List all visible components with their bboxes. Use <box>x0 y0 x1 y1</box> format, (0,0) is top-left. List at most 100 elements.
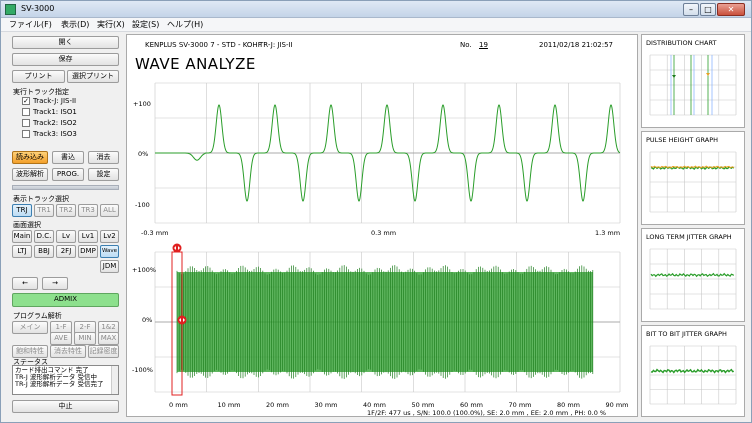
settings-button[interactable]: 設定 <box>88 168 119 181</box>
distribution-chart <box>649 54 737 116</box>
distribution-marker-2 <box>706 73 710 76</box>
read-button[interactable]: 読み込み <box>12 151 48 164</box>
prev-button[interactable]: ← <box>12 277 38 290</box>
display-track-label: 表示トラック選択 <box>13 195 69 203</box>
bit-to-bit-jitter-line <box>650 368 734 374</box>
print-button[interactable]: プリント <box>12 70 65 83</box>
admix-button[interactable]: ADMIX <box>12 293 119 307</box>
upper-y-tick-mid: 0% <box>138 150 148 158</box>
close-button[interactable]: ✕ <box>717 3 745 16</box>
lower-x-tick-label: 10 mm <box>218 401 241 409</box>
window-title: SV-3000 <box>21 4 55 13</box>
track2-label: Track2: ISO2 <box>33 119 77 127</box>
erase-button[interactable]: 消去 <box>88 151 119 164</box>
prog-density-button[interactable]: 記録密度 <box>88 345 119 358</box>
prog-max-button[interactable]: MAX <box>98 332 119 345</box>
no-label: No. <box>460 41 472 49</box>
display-track-all[interactable]: ALL <box>100 204 119 217</box>
lower-y-tick-bottom: -100% <box>132 366 153 374</box>
upper-y-tick-top: +100 <box>133 100 151 108</box>
lower-x-tick-label: 30 mm <box>315 401 338 409</box>
distribution-chart-title: DISTRIBUTION CHART <box>646 39 717 47</box>
stop-button[interactable]: 中止 <box>12 400 119 413</box>
lower-x-tick-label: 40 mm <box>363 401 386 409</box>
screen-2fj-button[interactable]: 2FJ <box>56 245 76 258</box>
track1-label: Track1: ISO1 <box>33 108 77 116</box>
control-panel: 開く 保存 プリント 選択プリント 実行トラック指定 ✓ Track-J: JI… <box>9 34 124 417</box>
menu-file[interactable]: ファイル(F) <box>9 19 52 30</box>
select-print-button[interactable]: 選択プリント <box>67 70 119 83</box>
maximize-button[interactable]: □ <box>700 3 716 16</box>
bit-to-bit-jitter-panel: BIT TO BIT JITTER GRAPH <box>641 325 745 417</box>
long-term-jitter-grid <box>649 248 737 310</box>
pulse-height-title: PULSE HEIGHT GRAPH <box>646 136 719 144</box>
wave-analyze-panel: KENPLUS SV-3000 7 - STD - KOHF TR-J: JIS… <box>126 34 638 417</box>
prog-min-button[interactable]: MIN <box>74 332 96 345</box>
prog-ave-button[interactable]: AVE <box>50 332 72 345</box>
screen-bbj-button[interactable]: BBJ <box>34 245 54 258</box>
program-label: プログラム解析 <box>13 312 62 320</box>
track-j-checkbox[interactable]: ✓ <box>22 97 30 105</box>
pulse-height-grid <box>649 151 737 213</box>
page-title: WAVE ANALYZE <box>135 55 256 73</box>
screen-wave-button[interactable]: Wave <box>100 245 119 258</box>
wave-analysis-button[interactable]: 波形解析 <box>12 168 48 181</box>
track2-checkbox[interactable] <box>22 119 30 127</box>
menu-run[interactable]: 実行(X) <box>97 19 125 30</box>
lower-waveform-graph: +100% 0% -100% 0 mm 10 mm 20 mm 30 mm 40 mm 5… <box>132 243 629 409</box>
open-button[interactable]: 開く <box>12 36 119 49</box>
lower-x-tick-label: 0 mm <box>169 401 188 409</box>
distribution-grid <box>649 54 737 116</box>
track3-checkbox[interactable] <box>22 130 30 138</box>
write-button[interactable]: 書込 <box>52 151 84 164</box>
long-term-jitter-title: LONG TERM JITTER GRAPH <box>646 233 732 241</box>
lower-y-tick-mid: 0% <box>142 316 152 324</box>
display-track-trj[interactable]: TRJ <box>12 204 32 217</box>
screen-lv1-button[interactable]: Lv1 <box>78 230 98 243</box>
track-spec-label: 実行トラック指定 <box>13 88 69 96</box>
screen-lv-button[interactable]: Lv <box>56 230 76 243</box>
menu-view[interactable]: 表示(D) <box>61 19 89 30</box>
display-track-tr2[interactable]: TR2 <box>56 204 76 217</box>
track3-label: Track3: ISO3 <box>33 130 77 138</box>
track-j-label: Track-J: JIS-II <box>33 97 77 105</box>
pulse-height-panel: PULSE HEIGHT GRAPH <box>641 131 745 225</box>
prog-erase-char-button[interactable]: 消去特性 <box>50 345 86 358</box>
menu-help[interactable]: ヘルプ(H) <box>167 19 203 30</box>
card-info: KENPLUS SV-3000 7 - STD - KOHF <box>145 41 262 49</box>
lower-x-tick-label: 90 mm <box>606 401 629 409</box>
status-log: カード排出コマンド 完了 TR-J 波形解析データ 受信中 TR-J 波形解析デ… <box>12 365 119 395</box>
bit-to-bit-jitter-grid <box>649 345 737 405</box>
upper-x-tick-end: 1.3 mm <box>595 229 620 237</box>
prog-main-button[interactable]: メイン <box>12 321 48 334</box>
long-term-jitter-graph <box>649 248 737 310</box>
upper-x-tick-start: -0.3 mm <box>141 229 168 237</box>
screen-lv2-button[interactable]: Lv2 <box>100 230 119 243</box>
minimize-button[interactable]: – <box>683 3 699 16</box>
menu-bar: ファイル(F) 表示(D) 実行(X) 設定(S) ヘルプ(H) <box>1 18 751 32</box>
screen-dc-button[interactable]: D.C. <box>34 230 54 243</box>
display-track-tr1[interactable]: TR1 <box>34 204 54 217</box>
distribution-chart-panel: DISTRIBUTION CHART <box>641 34 745 128</box>
display-track-tr3[interactable]: TR3 <box>78 204 98 217</box>
prog-button[interactable]: PROG. <box>52 168 84 181</box>
screen-jdm-button[interactable]: JDM <box>100 260 119 273</box>
screen-dmp-button[interactable]: DMP <box>78 245 98 258</box>
long-term-jitter-line <box>650 272 735 278</box>
summary-readout: 1F/2F: 477 us , S/N: 100.0 (100.0%), SE:… <box>367 409 607 417</box>
long-term-jitter-panel: LONG TERM JITTER GRAPH <box>641 228 745 322</box>
menu-settings[interactable]: 設定(S) <box>132 19 159 30</box>
lower-x-tick-label: 80 mm <box>557 401 580 409</box>
lower-x-tick-label: 20 mm <box>266 401 289 409</box>
screen-main-button[interactable]: Main <box>12 230 32 243</box>
screen-ltj-button[interactable]: LTJ <box>12 245 32 258</box>
bit-to-bit-jitter-title: BIT TO BIT JITTER GRAPH <box>646 330 727 338</box>
status-scrollbar[interactable] <box>111 366 118 394</box>
marker-handle-mid[interactable] <box>177 315 187 325</box>
title-bar: SV-3000 – □ ✕ <box>1 1 751 18</box>
next-button[interactable]: → <box>42 277 68 290</box>
track1-checkbox[interactable] <box>22 108 30 116</box>
status-line: TR-J 波形解析データ 受信完了 <box>15 380 104 388</box>
save-button[interactable]: 保存 <box>12 53 119 66</box>
marker-handle-top[interactable] <box>172 243 182 253</box>
